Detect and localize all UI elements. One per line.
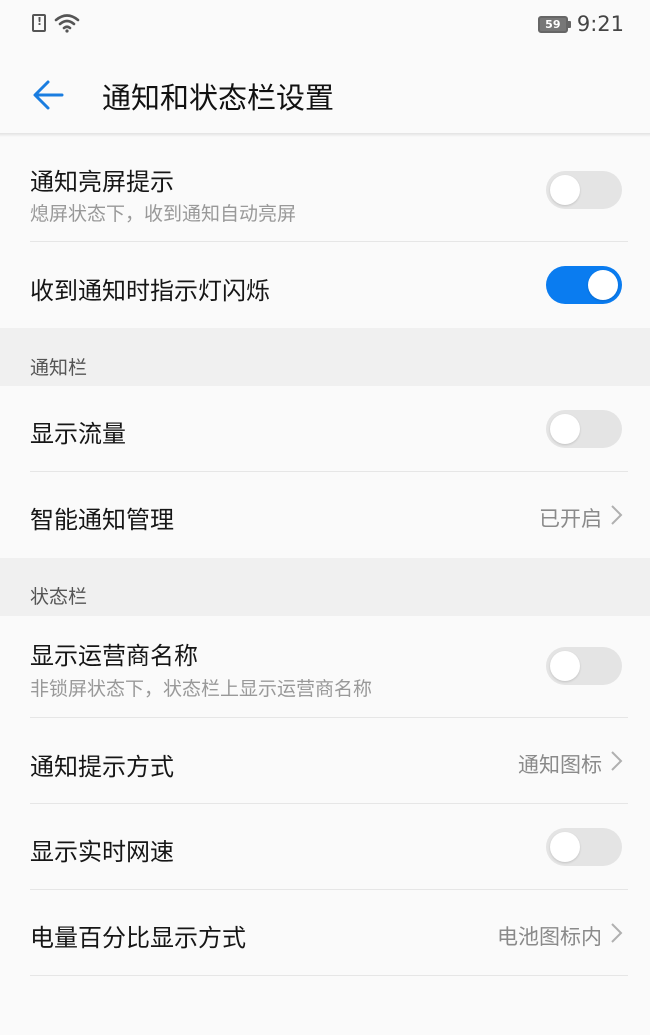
- chevron-right-icon: [611, 505, 623, 525]
- section-label: 状态栏: [30, 586, 88, 608]
- wake-screen-toggle[interactable]: [546, 171, 622, 209]
- chevron-right-icon: [611, 751, 623, 771]
- battery-icon: 59: [537, 15, 571, 33]
- section-label: 通知栏: [30, 357, 88, 379]
- row-indicator-light[interactable]: 收到通知时指示灯闪烁: [0, 242, 650, 328]
- row-title: 收到通知时指示灯闪烁: [30, 277, 270, 305]
- row-title: 显示实时网速: [30, 838, 174, 866]
- chevron-right-icon: [611, 923, 623, 943]
- row-notify-style[interactable]: 通知提示方式 通知图标: [0, 718, 650, 804]
- clock: 9:21: [576, 12, 624, 36]
- row-title: 显示流量: [30, 420, 126, 448]
- status-bar: 59 9:21: [0, 0, 650, 48]
- status-right: 59 9:21: [537, 12, 624, 36]
- row-title: 显示运营商名称: [30, 642, 198, 670]
- section-status-bar: 状态栏: [0, 558, 650, 616]
- row-net-speed[interactable]: 显示实时网速: [0, 804, 650, 890]
- page-title: 通知和状态栏设置: [102, 81, 335, 115]
- wifi-icon: [54, 14, 80, 33]
- carrier-name-toggle[interactable]: [546, 647, 622, 685]
- row-carrier-name[interactable]: 显示运营商名称 非锁屏状态下，状态栏上显示运营商名称: [0, 616, 650, 718]
- net-speed-toggle[interactable]: [546, 828, 622, 866]
- row-title: 通知提示方式: [30, 753, 174, 781]
- row-title: 智能通知管理: [30, 506, 174, 534]
- battery-level: 59: [537, 15, 568, 33]
- header-divider: [0, 133, 650, 137]
- row-show-traffic[interactable]: 显示流量: [0, 386, 650, 472]
- row-value: 电池图标内: [497, 925, 602, 949]
- row-title: 电量百分比显示方式: [30, 924, 246, 952]
- indicator-light-toggle[interactable]: [546, 266, 622, 304]
- row-value: 已开启: [539, 507, 602, 531]
- row-subtitle: 熄屏状态下，收到通知自动亮屏: [30, 203, 297, 225]
- back-arrow-icon[interactable]: [28, 74, 70, 116]
- section-notification-bar: 通知栏: [0, 328, 650, 386]
- row-smart-notify[interactable]: 智能通知管理 已开启: [0, 472, 650, 558]
- status-left: [32, 13, 80, 33]
- row-subtitle: 非锁屏状态下，状态栏上显示运营商名称: [30, 678, 373, 700]
- sim-icon: [32, 14, 46, 32]
- row-battery-percent[interactable]: 电量百分比显示方式 电池图标内: [0, 890, 650, 976]
- row-value: 通知图标: [518, 753, 602, 777]
- header: 通知和状态栏设置: [0, 58, 650, 136]
- row-wake-screen[interactable]: 通知亮屏提示 熄屏状态下，收到通知自动亮屏: [0, 138, 650, 242]
- row-title: 通知亮屏提示: [30, 168, 174, 196]
- show-traffic-toggle[interactable]: [546, 410, 622, 448]
